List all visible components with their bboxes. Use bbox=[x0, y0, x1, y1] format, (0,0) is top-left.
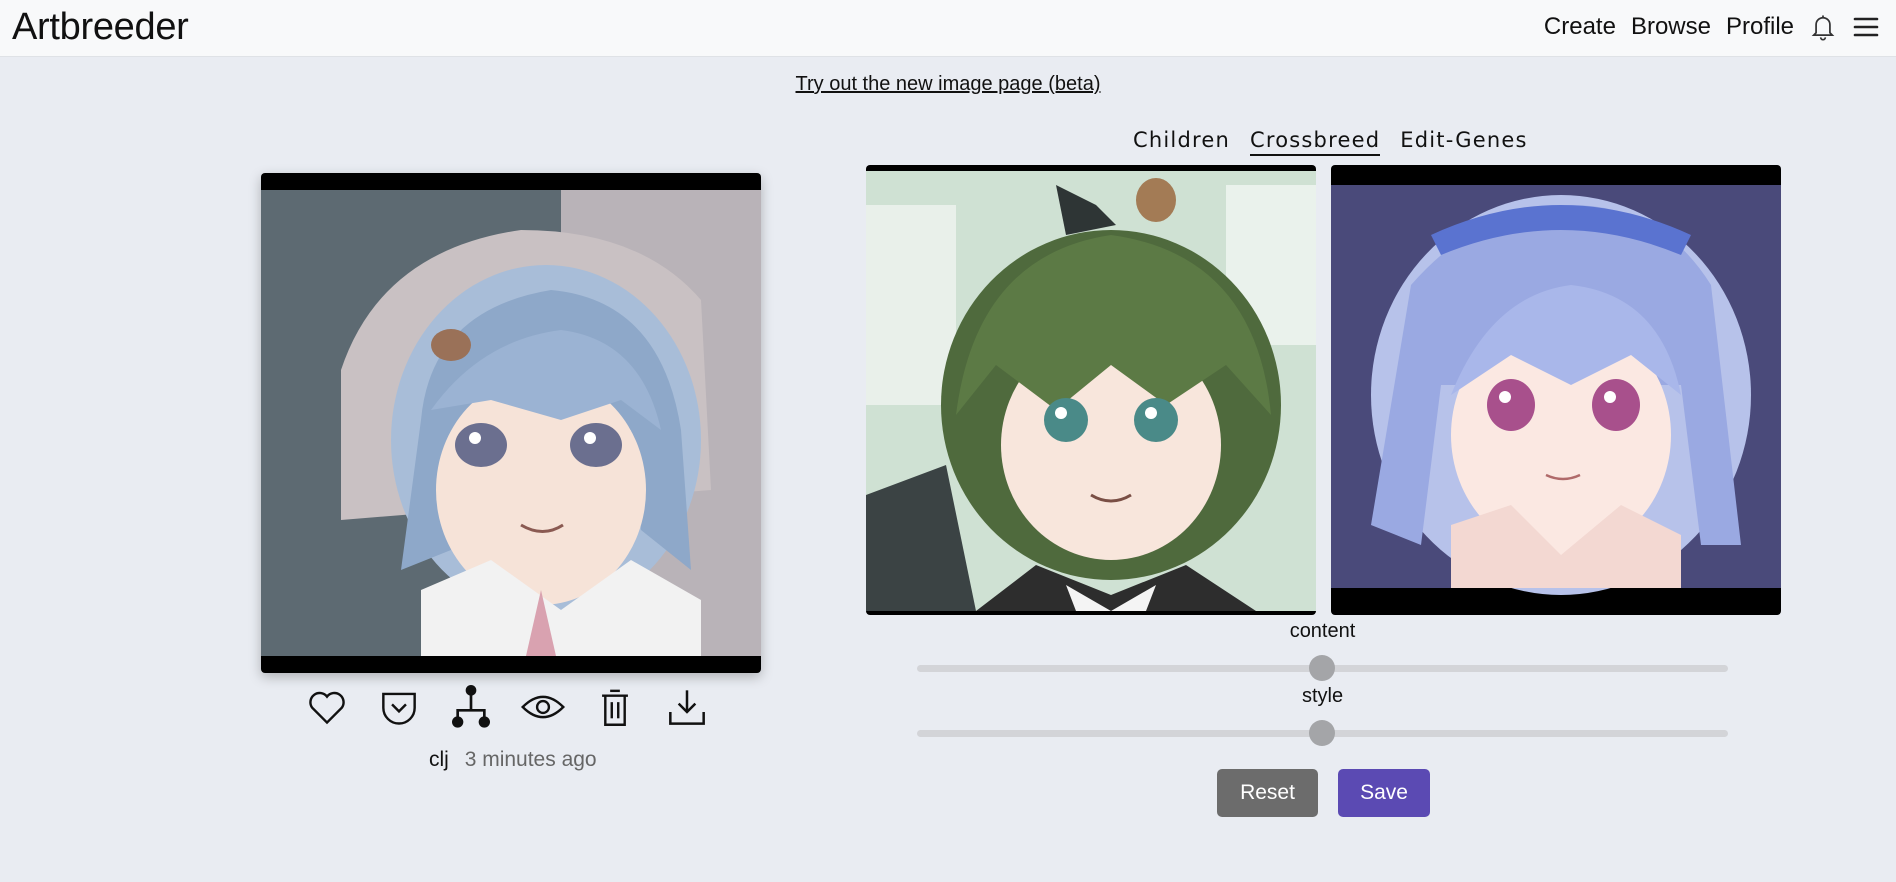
tab-edit-genes[interactable]: Edit-Genes bbox=[1400, 128, 1527, 156]
content-slider-thumb[interactable] bbox=[1309, 655, 1335, 681]
tab-children[interactable]: Children bbox=[1133, 128, 1230, 156]
image-meta: clj 3 minutes ago bbox=[429, 748, 597, 772]
crossbreed-parent-left[interactable] bbox=[866, 165, 1316, 615]
new-image-page-link[interactable]: Try out the new image page (beta) bbox=[796, 73, 1101, 95]
image-actions bbox=[305, 685, 709, 729]
style-slider-label: style bbox=[1301, 685, 1344, 707]
heart-icon[interactable] bbox=[305, 685, 349, 729]
created-timestamp: 3 minutes ago bbox=[464, 748, 597, 771]
eye-icon[interactable] bbox=[521, 685, 565, 729]
main-image-frame bbox=[261, 173, 761, 673]
trash-icon[interactable] bbox=[593, 685, 637, 729]
menu-icon[interactable] bbox=[1852, 15, 1880, 39]
family-tree-icon[interactable] bbox=[449, 685, 493, 729]
nav-links: Create Browse Profile bbox=[1544, 12, 1880, 42]
parent-right-image bbox=[1331, 185, 1781, 595]
bell-icon[interactable] bbox=[1809, 12, 1837, 42]
top-navbar: Artbreeder Create Browse Profile bbox=[0, 0, 1896, 57]
reset-button[interactable]: Reset bbox=[1217, 769, 1318, 817]
style-slider-track[interactable] bbox=[917, 720, 1728, 746]
content-slider-group: content bbox=[917, 620, 1728, 681]
beta-banner: Try out the new image page (beta) bbox=[0, 73, 1896, 96]
content-slider-track[interactable] bbox=[917, 655, 1728, 681]
tab-crossbreed[interactable]: Crossbreed bbox=[1249, 128, 1381, 156]
brand-logo[interactable]: Artbreeder bbox=[12, 6, 189, 49]
parent-left-image bbox=[866, 171, 1316, 611]
content-slider-label: content bbox=[1289, 620, 1356, 642]
nav-browse-link[interactable]: Browse bbox=[1631, 13, 1711, 41]
breeding-tabs: Children Crossbreed Edit-Genes bbox=[1133, 128, 1528, 156]
crossbreed-parent-right[interactable] bbox=[1331, 165, 1781, 615]
main-portrait-image bbox=[261, 190, 761, 656]
save-button[interactable]: Save bbox=[1338, 769, 1430, 817]
style-slider-group: style bbox=[917, 685, 1728, 746]
nav-create-link[interactable]: Create bbox=[1544, 13, 1616, 41]
pocket-icon[interactable] bbox=[377, 685, 421, 729]
nav-profile-link[interactable]: Profile bbox=[1726, 13, 1794, 41]
download-icon[interactable] bbox=[665, 685, 709, 729]
style-slider-thumb[interactable] bbox=[1309, 720, 1335, 746]
author-username[interactable]: clj bbox=[429, 748, 449, 771]
